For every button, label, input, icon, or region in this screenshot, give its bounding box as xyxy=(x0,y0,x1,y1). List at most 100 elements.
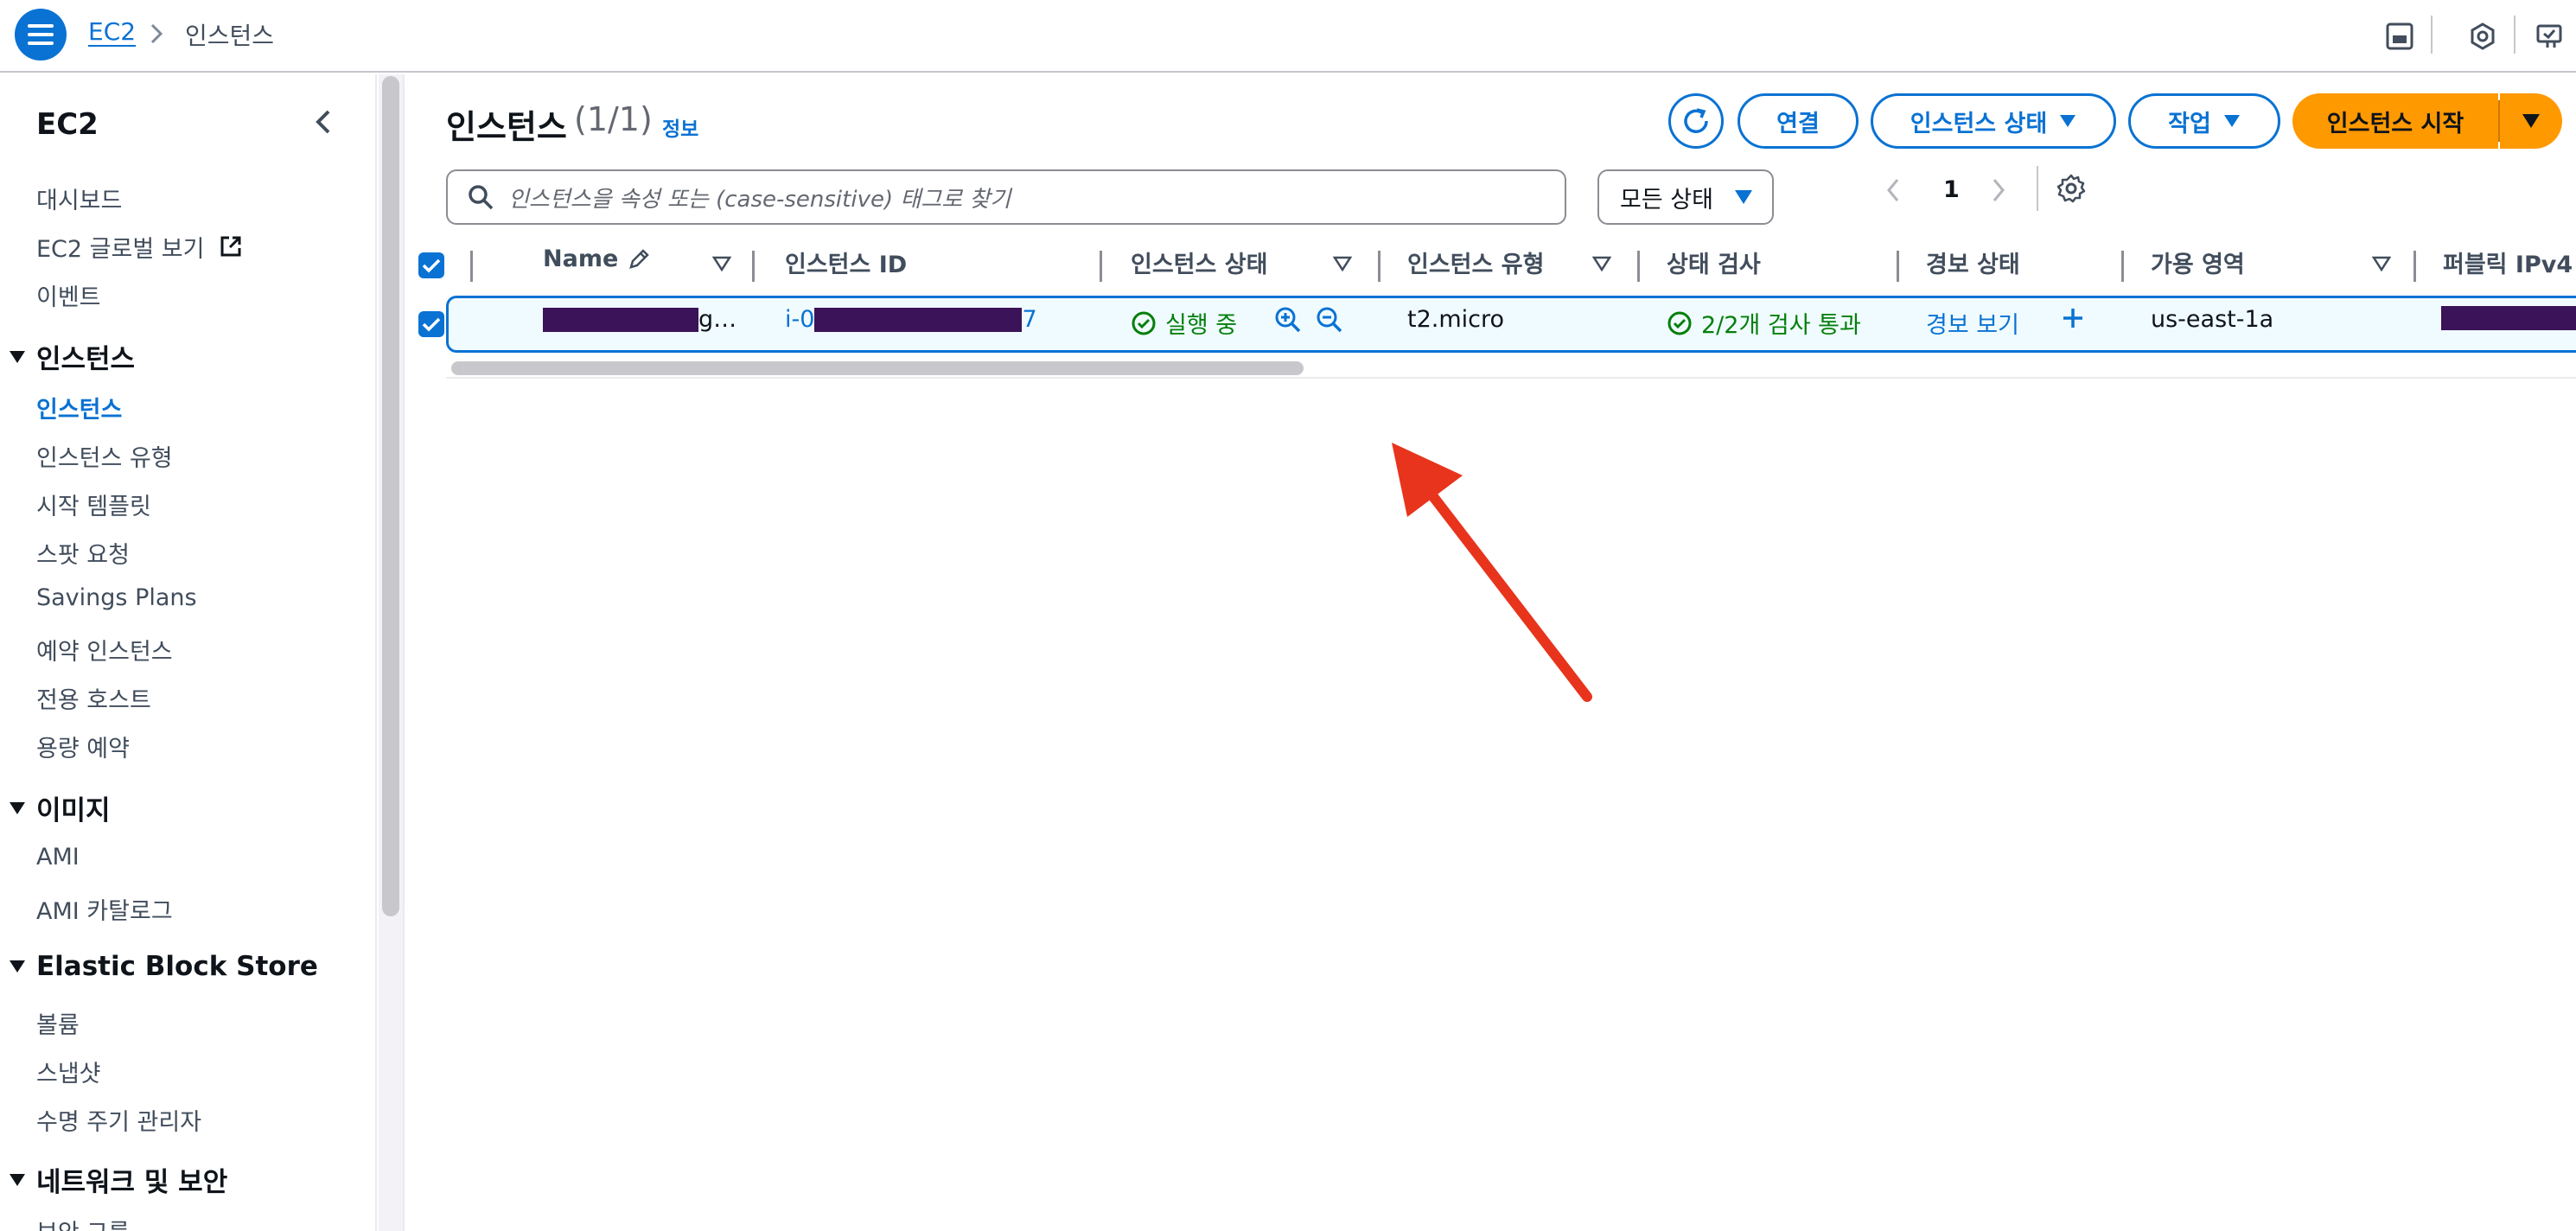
cell-instance-id-link[interactable]: i-0 7 xyxy=(785,306,1037,333)
instance-state-label: 인스턴스 상태 xyxy=(1910,110,2048,137)
launch-instance-dropdown[interactable] xyxy=(2500,93,2562,149)
cell-name: g… xyxy=(543,306,736,333)
sidebar-title: EC2 xyxy=(36,107,99,142)
column-header-instance-state[interactable]: 인스턴스 상태 xyxy=(1131,246,1267,279)
current-page-number[interactable]: 1 xyxy=(1943,176,1960,203)
search-input[interactable]: 인스턴스을 속성 또는 (case-sensitive) 태그로 찾기 xyxy=(446,169,1566,225)
breadcrumb-ec2-link[interactable]: EC2 xyxy=(88,17,136,46)
cell-instance-state: 실행 중 xyxy=(1131,306,1237,340)
column-header-label: 가용 영역 xyxy=(2151,252,2245,278)
column-header-instance-type[interactable]: 인스턴스 유형 xyxy=(1407,246,1544,279)
cell-public-ipv4 xyxy=(2441,306,2576,330)
column-divider xyxy=(2121,251,2124,282)
sidebar-item-global-view[interactable]: EC2 글로벌 보기 xyxy=(36,230,243,264)
sidebar-item-instances[interactable]: 인스턴스 xyxy=(36,391,122,424)
sort-icon[interactable] xyxy=(712,256,731,271)
caret-down-icon xyxy=(2223,115,2240,127)
sidebar-item-lifecycle-manager[interactable]: 수명 주기 관리자 xyxy=(36,1103,201,1137)
connect-button[interactable]: 연결 xyxy=(1738,93,1859,149)
column-divider xyxy=(470,251,473,282)
sidebar-section-label: 이미지 xyxy=(36,795,111,826)
sidebar-item-savings-plans[interactable]: Savings Plans xyxy=(36,584,197,611)
caret-down-icon xyxy=(10,350,25,363)
next-page-icon[interactable] xyxy=(1990,176,2007,204)
sidebar-section-network-security[interactable]: 네트워크 및 보안 xyxy=(5,1160,227,1199)
sidebar-item-dedicated-hosts[interactable]: 전용 호스트 xyxy=(36,681,151,715)
column-divider xyxy=(1897,251,1899,282)
sidebar-item-security-groups[interactable]: 보안 그룹 xyxy=(36,1214,130,1231)
refresh-icon xyxy=(1684,108,1708,133)
redacted-block xyxy=(2441,306,2576,330)
sidebar-section-instances[interactable]: 인스턴스 xyxy=(5,337,135,376)
split-panel-icon[interactable] xyxy=(2382,19,2417,54)
add-alarm-icon[interactable] xyxy=(2061,306,2085,330)
topbar-divider xyxy=(2431,16,2433,54)
sidebar-item-spot-requests[interactable]: 스팟 요청 xyxy=(36,536,130,570)
sidebar-scrollbar-thumb[interactable] xyxy=(382,76,399,916)
sidebar-item-dashboard[interactable]: 대시보드 xyxy=(36,182,122,215)
menu-icon[interactable] xyxy=(15,9,67,61)
cell-instance-type: t2.micro xyxy=(1407,306,1505,333)
sort-icon[interactable] xyxy=(2372,256,2391,271)
cloudshell-hex-icon[interactable] xyxy=(2465,19,2500,54)
sidebar-item-ami[interactable]: AMI xyxy=(36,844,80,871)
column-header-name[interactable]: Name xyxy=(543,246,651,272)
table-bottom-border xyxy=(446,377,2576,379)
instance-id-suffix: 7 xyxy=(1022,306,1037,333)
sidebar-item-volumes[interactable]: 볼륨 xyxy=(36,1006,80,1040)
column-header-availability-zone[interactable]: 가용 영역 xyxy=(2151,246,2245,279)
info-link[interactable]: 정보 xyxy=(662,112,698,142)
status-check-text: 2/2개 검사 통과 xyxy=(1701,312,1861,339)
gear-icon[interactable] xyxy=(2056,173,2087,204)
annotation-arrow-icon xyxy=(1392,443,1592,702)
column-header-public-ipv4[interactable]: 퍼블릭 IPv4 xyxy=(2443,246,2573,279)
view-alarms-link[interactable]: 경보 보기 xyxy=(1926,306,2019,340)
success-check-circle-icon xyxy=(1132,311,1156,335)
sidebar-item-ami-catalog[interactable]: AMI 카탈로그 xyxy=(36,892,173,926)
instance-state-dropdown[interactable]: 인스턴스 상태 xyxy=(1871,93,2116,149)
column-header-status-check[interactable]: 상태 검사 xyxy=(1667,246,1761,279)
row-checkbox[interactable] xyxy=(418,311,444,337)
sidebar-item-launch-templates[interactable]: 시작 템플릿 xyxy=(36,488,151,521)
instance-id-prefix: i-0 xyxy=(785,306,815,333)
feedback-screen-icon[interactable] xyxy=(2533,19,2567,54)
sort-icon[interactable] xyxy=(1333,256,1352,271)
sidebar-section-label: Elastic Block Store xyxy=(36,951,318,982)
sidebar-section-images[interactable]: 이미지 xyxy=(5,788,111,827)
connect-button-label: 연결 xyxy=(1776,110,1820,137)
previous-page-icon[interactable] xyxy=(1884,176,1902,204)
select-all-checkbox[interactable] xyxy=(418,252,444,278)
main-content: 인스턴스 (1/1) 정보 연결 인스턴스 상태 작업 인스턴스 시작 인스턴스… xyxy=(405,74,2576,1231)
column-header-label: Name xyxy=(543,246,619,272)
actions-dropdown[interactable]: 작업 xyxy=(2128,93,2280,149)
refresh-button[interactable] xyxy=(1668,93,1724,149)
zoom-out-icon[interactable] xyxy=(1316,306,1343,334)
checkmark-icon xyxy=(422,258,441,273)
search-icon xyxy=(469,185,494,210)
caret-down-icon xyxy=(2060,115,2076,127)
cell-status-check: 2/2개 검사 통과 xyxy=(1667,306,1861,340)
column-header-alarm-status[interactable]: 경보 상태 xyxy=(1926,246,2020,279)
table-horizontal-scrollbar[interactable] xyxy=(451,361,1304,375)
caret-down-icon xyxy=(2522,114,2540,128)
sidebar-item-instance-types[interactable]: 인스턴스 유형 xyxy=(36,439,173,473)
column-divider xyxy=(752,251,755,282)
sidebar-item-capacity-reservations[interactable]: 용량 예약 xyxy=(36,730,130,763)
sort-icon[interactable] xyxy=(1592,256,1611,271)
launch-instance-label: 인스턴스 시작 xyxy=(2326,110,2464,137)
state-filter-select[interactable]: 모든 상태 xyxy=(1597,169,1774,225)
column-header-label: 인스턴스 상태 xyxy=(1131,252,1268,278)
sidebar-section-ebs[interactable]: Elastic Block Store xyxy=(5,951,318,982)
sidebar-item-reserved-instances[interactable]: 예약 인스턴스 xyxy=(36,633,173,667)
column-header-instance-id[interactable]: 인스턴스 ID xyxy=(785,246,907,279)
column-divider xyxy=(1378,251,1380,282)
column-header-label: 상태 검사 xyxy=(1667,252,1761,278)
launch-instance-button[interactable]: 인스턴스 시작 xyxy=(2292,93,2498,149)
sidebar-section-label: 네트워크 및 보안 xyxy=(36,1167,228,1198)
topbar-divider xyxy=(2514,16,2515,54)
zoom-in-icon[interactable] xyxy=(1274,306,1302,334)
collapse-sidebar-icon[interactable] xyxy=(313,109,335,135)
state-filter-label: 모든 상태 xyxy=(1620,186,1713,214)
sidebar-item-events[interactable]: 이벤트 xyxy=(36,278,101,312)
sidebar-item-snapshots[interactable]: 스냅샷 xyxy=(36,1055,101,1088)
